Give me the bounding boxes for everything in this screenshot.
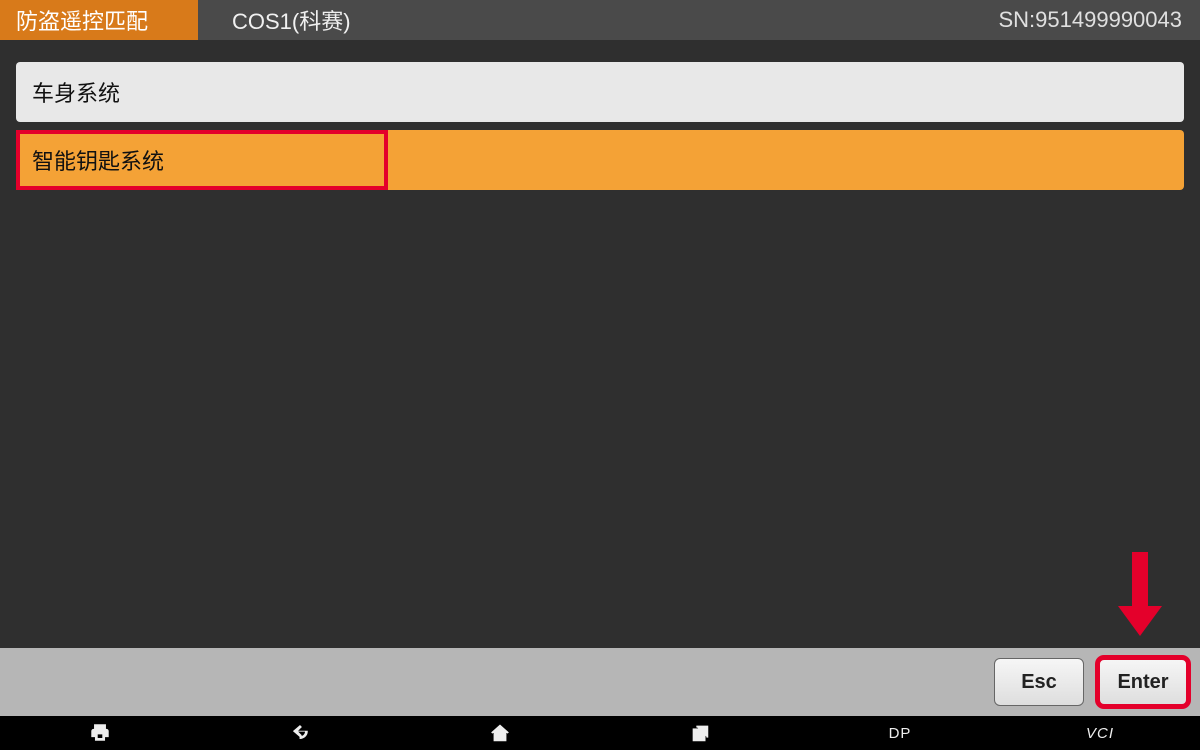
vci-label: VCI — [1086, 725, 1114, 742]
header-function-tab: 防盗遥控匹配 — [0, 0, 198, 40]
dp-button[interactable]: DP — [870, 716, 930, 750]
dp-label: DP — [889, 725, 912, 742]
system-navbar: DP VCI — [0, 716, 1200, 750]
header-function-label: 防盗遥控匹配 — [16, 4, 148, 36]
back-icon[interactable] — [270, 716, 330, 750]
vci-button[interactable]: VCI — [1070, 716, 1130, 750]
bottom-toolbar: Esc Enter — [0, 648, 1200, 716]
header-bar: 防盗遥控匹配 COS1(科赛) SN:951499990043 — [0, 0, 1200, 40]
header-serial-number: SN:951499990043 — [999, 7, 1200, 33]
menu-item-body-system[interactable]: 车身系统 — [16, 62, 1184, 122]
annotation-arrow-down-icon — [1120, 552, 1160, 642]
recent-apps-icon[interactable] — [670, 716, 730, 750]
menu-item-smart-key-system[interactable]: 智能钥匙系统 — [16, 130, 1184, 190]
esc-button-label: Esc — [1021, 671, 1057, 694]
enter-button-label: Enter — [1117, 671, 1168, 694]
print-icon[interactable] — [70, 716, 130, 750]
home-icon[interactable] — [470, 716, 530, 750]
menu-list: 车身系统 智能钥匙系统 — [0, 40, 1200, 190]
menu-item-label: 智能钥匙系统 — [32, 144, 164, 176]
menu-item-label: 车身系统 — [32, 76, 120, 108]
enter-button[interactable]: Enter — [1098, 658, 1188, 706]
header-model-label: COS1(科赛) — [198, 4, 351, 36]
esc-button[interactable]: Esc — [994, 658, 1084, 706]
